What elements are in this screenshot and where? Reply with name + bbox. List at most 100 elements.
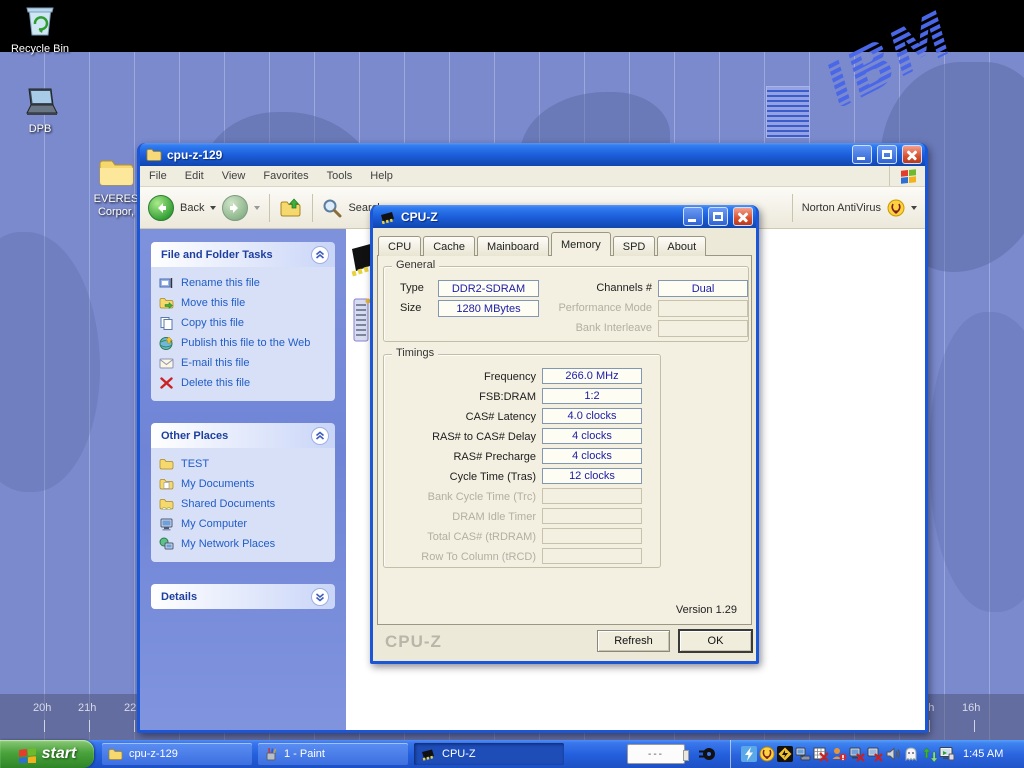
forward-button[interactable]: [222, 195, 248, 221]
tab-mainboard[interactable]: Mainboard: [477, 236, 549, 256]
details-header[interactable]: Details: [151, 584, 335, 609]
desktop-icon-dpb[interactable]: DPB: [10, 86, 70, 136]
task-rename-file[interactable]: Rename this file: [159, 276, 327, 290]
size-value-field: 1280 MBytes: [438, 300, 539, 317]
folder-icon: [108, 748, 123, 761]
other-places-header[interactable]: Other Places: [151, 423, 335, 448]
place-my-network-places[interactable]: My Network Places: [159, 537, 327, 551]
chevron-down-icon: [315, 592, 325, 602]
battery-gauge[interactable]: ---: [627, 744, 685, 764]
norton-dropdown-icon[interactable]: [911, 206, 917, 210]
windows-flag-icon: [18, 746, 37, 763]
close-button[interactable]: [733, 207, 753, 226]
explorer-titlebar[interactable]: cpu-z-129: [140, 143, 925, 166]
rename-icon: [159, 276, 174, 290]
close-button[interactable]: [902, 145, 922, 164]
refresh-button[interactable]: Refresh: [597, 630, 670, 652]
menu-help[interactable]: Help: [361, 166, 402, 186]
task-label: Copy this file: [181, 317, 244, 329]
place-label: My Network Places: [181, 538, 275, 550]
collapse-button[interactable]: [311, 427, 329, 445]
display-error-tray-icon[interactable]: [867, 746, 883, 762]
ghost-tray-icon[interactable]: [903, 746, 919, 762]
user-alert-tray-icon[interactable]: [831, 746, 847, 762]
toolbar-separator: [312, 194, 313, 222]
menu-favorites[interactable]: Favorites: [254, 166, 317, 186]
ok-button[interactable]: OK: [678, 629, 753, 653]
taskbar-task-cpuz[interactable]: CPU-Z: [414, 743, 564, 765]
desktop-icon-recycle-bin[interactable]: Recycle Bin: [10, 4, 70, 56]
menu-file[interactable]: File: [140, 166, 176, 186]
ibm-logo: IBM: [790, 0, 1020, 111]
paint-icon: [264, 747, 278, 761]
task-move-file[interactable]: Move this file: [159, 296, 327, 310]
maximize-button[interactable]: [877, 145, 897, 164]
menu-tools[interactable]: Tools: [318, 166, 362, 186]
start-button[interactable]: start: [0, 740, 94, 768]
tab-about[interactable]: About: [657, 236, 706, 256]
menu-edit[interactable]: Edit: [176, 166, 213, 186]
row-to-column-label: Row To Column (tRCD): [388, 551, 536, 563]
task-label: Publish this file to the Web: [181, 337, 310, 349]
display-settings-tray-icon[interactable]: [939, 746, 955, 762]
toolbar-separator: [792, 194, 793, 222]
offline-files-tray-icon[interactable]: [813, 746, 829, 762]
volume-tray-icon[interactable]: [885, 746, 901, 762]
cpuz-titlebar[interactable]: CPU-Z: [373, 205, 756, 228]
timings-groupbox: Timings Frequency 266.0 MHz FSB:DRAM 1:2…: [383, 354, 661, 568]
place-my-documents[interactable]: My Documents: [159, 477, 327, 491]
place-shared-documents[interactable]: Shared Documents: [159, 497, 327, 511]
computer-error-tray-icon[interactable]: [849, 746, 865, 762]
memory-tab-page: General Type DDR2-SDRAM Channels # Dual …: [377, 255, 752, 625]
task-label: 1 - Paint: [284, 748, 325, 760]
task-label: cpu-z-129: [129, 748, 178, 760]
row-to-column-field: [542, 548, 642, 564]
copy-icon: [159, 316, 174, 330]
taskbar-task-explorer[interactable]: cpu-z-129: [102, 743, 252, 765]
tab-memory[interactable]: Memory: [551, 232, 611, 256]
norton-icon[interactable]: [887, 199, 905, 217]
minimize-button[interactable]: [683, 207, 703, 226]
task-label: Rename this file: [181, 277, 260, 289]
up-folder-button[interactable]: [279, 197, 303, 219]
forward-dropdown-icon[interactable]: [254, 206, 260, 210]
menu-view[interactable]: View: [213, 166, 255, 186]
back-label[interactable]: Back: [180, 202, 204, 214]
bank-cycle-time-field: [542, 488, 642, 504]
collapse-button[interactable]: [311, 246, 329, 264]
task-label: CPU-Z: [442, 748, 476, 760]
back-dropdown-icon[interactable]: [210, 206, 216, 210]
maximize-button[interactable]: [708, 207, 728, 226]
start-label: start: [42, 745, 77, 763]
desktop-icon-label: Recycle Bin: [10, 43, 70, 56]
tab-cpu[interactable]: CPU: [378, 236, 421, 256]
place-my-computer[interactable]: My Computer: [159, 517, 327, 531]
panel-title: Details: [161, 591, 311, 603]
sync-arrows-tray-icon[interactable]: [921, 746, 937, 762]
toolbar-separator: [269, 194, 270, 222]
tab-cache[interactable]: Cache: [423, 236, 475, 256]
task-delete-file[interactable]: Delete this file: [159, 376, 327, 390]
my-documents-icon: [159, 477, 174, 491]
file-tasks-panel: File and Folder Tasks Rename this file M…: [151, 242, 335, 401]
network-tray-icon[interactable]: [795, 746, 811, 762]
place-test[interactable]: TEST: [159, 457, 327, 471]
task-label: E-mail this file: [181, 357, 249, 369]
task-copy-file[interactable]: Copy this file: [159, 316, 327, 330]
tab-spd[interactable]: SPD: [613, 236, 656, 256]
task-publish-file[interactable]: Publish this file to the Web: [159, 336, 327, 350]
flash-tray-icon[interactable]: [741, 746, 757, 762]
file-tasks-header[interactable]: File and Folder Tasks: [151, 242, 335, 267]
task-email-file[interactable]: E-mail this file: [159, 356, 327, 370]
norton-tray-icon[interactable]: [759, 746, 775, 762]
taskbar-clock[interactable]: 1:45 AM: [963, 748, 1003, 760]
explorer-menubar: File Edit View Favorites Tools Help: [140, 166, 925, 187]
minimize-button[interactable]: [852, 145, 872, 164]
power-diamond-tray-icon[interactable]: [777, 746, 793, 762]
taskbar-task-paint[interactable]: 1 - Paint: [258, 743, 408, 765]
arrow-left-icon: [154, 201, 168, 215]
expand-button[interactable]: [311, 588, 329, 606]
back-button[interactable]: [148, 195, 174, 221]
chip-icon: [420, 748, 436, 761]
bank-interleave-field: [658, 320, 748, 337]
